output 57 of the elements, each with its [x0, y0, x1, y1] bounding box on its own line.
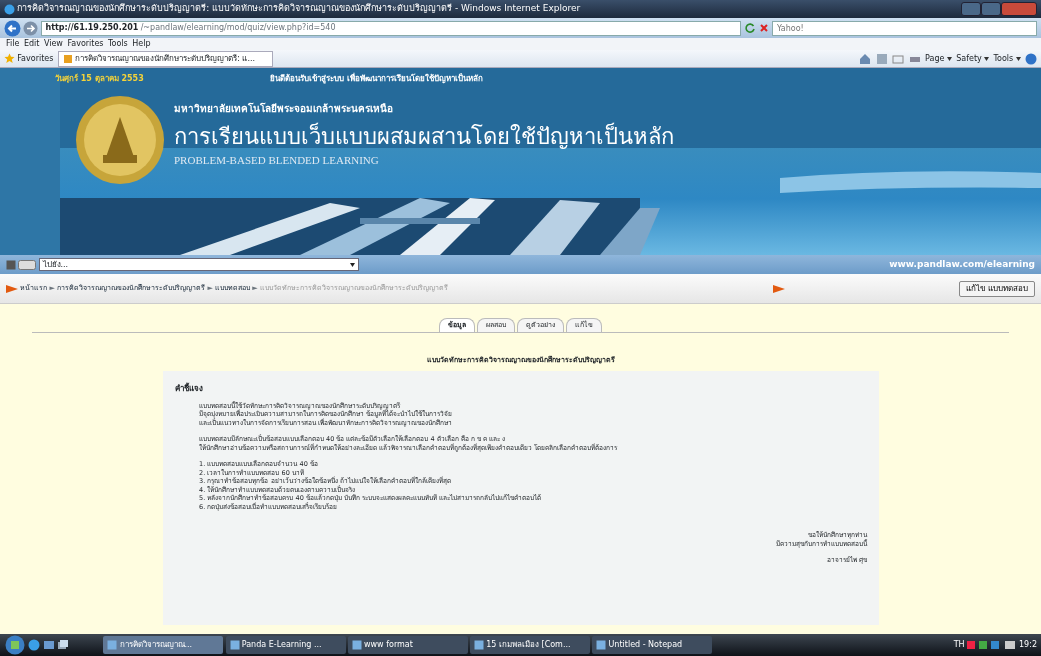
- desktop-icon[interactable]: [42, 639, 55, 651]
- close-icon[interactable]: [757, 22, 770, 34]
- taskbar-button[interactable]: การคิดวิจารณญาณ...: [103, 636, 224, 654]
- menu-item[interactable]: View: [43, 38, 63, 50]
- start-button-icon[interactable]: [4, 635, 26, 655]
- jump-select[interactable]: ไปยัง...: [38, 258, 359, 271]
- forward-icon[interactable]: [23, 20, 39, 36]
- menu-item[interactable]: Edit: [23, 38, 40, 50]
- toolbar-menu-button[interactable]: Page: [925, 52, 952, 65]
- caret-icon: [1015, 56, 1021, 61]
- taskbar-button[interactable]: www format: [347, 636, 468, 654]
- browser-logo-icon: [4, 3, 15, 15]
- minimize-button[interactable]: [961, 2, 981, 16]
- taskbar-button[interactable]: Untitled - Notepad: [592, 636, 713, 654]
- window-icon: [596, 640, 607, 650]
- browser-tab[interactable]: การคิดวิจารณญาณของนักศึกษาระดับปริญญาตรี: แ...: [57, 50, 273, 67]
- university-name: มหาวิทยาลัยเทคโนโลยีพระจอมเกล้าพระนครเหนือ: [174, 102, 394, 116]
- date-text: วันศุกร์ 15 ตุลาคม 2553: [55, 73, 145, 85]
- arrow-button-icon[interactable]: [18, 259, 37, 270]
- star-icon: [4, 53, 15, 64]
- toolbar-menu-button[interactable]: Tools: [993, 52, 1021, 65]
- menu-item[interactable]: Tools: [108, 38, 128, 50]
- window-icon: [351, 640, 362, 650]
- search-field[interactable]: Yahoo!: [772, 20, 1037, 36]
- home-icon[interactable]: [859, 52, 872, 65]
- page-icon: [62, 53, 73, 64]
- site-title: การเรียนแบบเว็บแบบผสมผสานโดยใช้ปัญหาเป็นหลัก: [174, 122, 674, 151]
- taskbar-button[interactable]: Panda E-Learning ...: [225, 636, 346, 654]
- window-icon: [107, 640, 118, 650]
- browser-icon[interactable]: [28, 639, 41, 651]
- caret-icon: [946, 56, 952, 61]
- close-button[interactable]: [1001, 2, 1037, 16]
- marquee-text: ยินดีต้อนรับเข้าสู่ระบบ เพื่อพัฒนาการเรียนโดยใช้ปัญหาเป็นหลัก: [270, 73, 483, 85]
- menu-item[interactable]: File: [6, 38, 20, 50]
- menu-item[interactable]: Favorites: [67, 38, 104, 50]
- menu-item[interactable]: Help: [132, 38, 151, 50]
- maximize-button[interactable]: [981, 2, 1001, 16]
- window-icon: [229, 640, 240, 650]
- favorites-button[interactable]: Favorites: [4, 52, 54, 65]
- refresh-icon[interactable]: [743, 22, 756, 34]
- site-subtitle: PROBLEM-BASED BLENDED LEARNING: [174, 153, 380, 168]
- tray-icons-drawing: [966, 639, 1017, 651]
- edit-quiz-button[interactable]: แก้ไข แบบทดสอบ: [959, 280, 1035, 297]
- taskbar-button[interactable]: 15 เกมพลเมือง [Com...: [470, 636, 590, 654]
- help-icon[interactable]: [1025, 52, 1037, 65]
- caret-icon: [349, 262, 355, 267]
- toolbar-menu-button[interactable]: Safety: [956, 52, 990, 65]
- language-indicator[interactable]: TH: [953, 639, 965, 651]
- back-icon[interactable]: [4, 19, 21, 37]
- flag-icon: [6, 284, 18, 293]
- window-title: การคิดวิจารณญาณของนักศึกษาระดับปริญญาตรี: แบบวัดทักษะการคิดวิจารณญาณของนักศึกษาระดับปริญญาตรี - Windows Internet Explorer: [17, 2, 582, 16]
- flag-icon: [772, 284, 785, 293]
- caret-icon: [984, 56, 990, 61]
- window-switch-icon[interactable]: [56, 639, 69, 651]
- address-field[interactable]: http://61.19.250.201 /~pandlaw/elearning/mod/quiz/view.php?id=540: [40, 20, 742, 36]
- window-icon: [474, 640, 484, 650]
- clock-text: 19:2: [1019, 639, 1037, 651]
